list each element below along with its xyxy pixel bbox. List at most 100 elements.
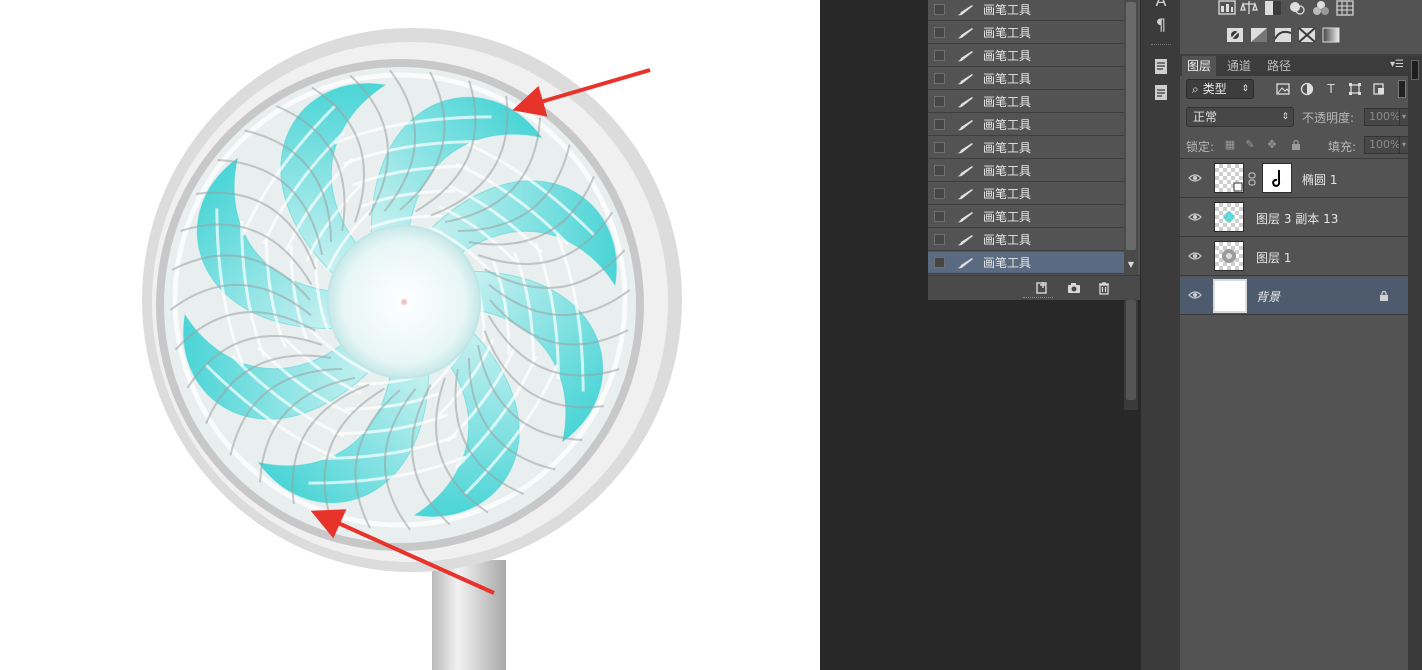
lock-all-icon[interactable] [1290, 139, 1302, 151]
history-state-item[interactable]: 画笔工具 [928, 114, 1124, 136]
history-state-label: 画笔工具 [983, 72, 1032, 86]
filter-toggle-switch[interactable] [1398, 80, 1406, 98]
history-source-checkbox[interactable] [934, 234, 945, 245]
brush-tool-icon [957, 73, 973, 84]
threshold-icon[interactable] [1274, 27, 1292, 43]
history-source-checkbox[interactable] [934, 188, 945, 199]
dock-scrollbar[interactable] [1124, 300, 1138, 410]
filter-shape-icon[interactable] [1348, 82, 1362, 96]
lock-image-pixels-icon[interactable]: ✎ [1244, 139, 1256, 151]
layer-row-layer1[interactable]: 图层 1 [1180, 238, 1408, 276]
layers-scroll-thumb[interactable] [1411, 60, 1419, 80]
layer-thumbnail[interactable] [1213, 279, 1247, 313]
brightness-icon[interactable] [1288, 0, 1306, 16]
layer-row-ellipse[interactable]: 椭圆 1 [1180, 160, 1408, 198]
lock-transparent-pixels-icon[interactable]: ▦ [1224, 139, 1236, 151]
layer-thumbnail[interactable] [1214, 163, 1244, 193]
visibility-eye-icon[interactable] [1188, 289, 1202, 301]
curves-icon[interactable] [1264, 0, 1282, 16]
history-state-item[interactable]: 画笔工具 [928, 0, 1124, 21]
filter-pixel-icon[interactable] [1276, 82, 1290, 96]
layer-row-background[interactable]: 背景 [1180, 277, 1408, 315]
layer-filter-row: ⌕ 类型 ⇕ T [1180, 76, 1408, 102]
layer-thumbnail[interactable] [1214, 241, 1244, 271]
history-state-label: 画笔工具 [983, 233, 1032, 247]
lock-position-icon[interactable]: ✥ [1266, 139, 1278, 151]
selective-color-icon[interactable] [1298, 27, 1316, 43]
history-state-item[interactable]: 画笔工具 [928, 183, 1124, 205]
history-source-checkbox[interactable] [934, 165, 945, 176]
history-scroll-thumb[interactable] [1126, 2, 1136, 250]
paragraph-icon[interactable]: ¶ [1151, 16, 1171, 34]
filter-type-icon[interactable]: T [1324, 82, 1338, 96]
history-state-label: 画笔工具 [983, 210, 1032, 224]
lock-fill-row: 锁定: ▦ ✎ ✥ 填充: 100% ▾ [1180, 132, 1409, 159]
lock-label: 锁定: [1186, 140, 1215, 154]
channel-mixer-icon[interactable] [1336, 0, 1354, 16]
layers-tab-bar: 图层 通道 路径 ▾☰ [1180, 56, 1408, 76]
layer-name[interactable]: 图层 3 副本 13 [1256, 210, 1338, 227]
panel-menu-icon[interactable]: ▾☰ [1390, 59, 1404, 70]
trash-icon[interactable] [1096, 280, 1112, 296]
history-state-item[interactable]: 画笔工具 [928, 137, 1124, 159]
visibility-eye-icon[interactable] [1188, 250, 1202, 262]
mask-link-icon[interactable] [1248, 172, 1256, 186]
history-source-checkbox[interactable] [934, 119, 945, 130]
balance-icon[interactable] [1240, 0, 1258, 16]
invert-icon[interactable] [1226, 27, 1244, 43]
history-state-item[interactable]: 画笔工具 [928, 252, 1124, 274]
layer-row-layer3-copy13[interactable]: 图层 3 副本 13 [1180, 199, 1408, 237]
history-source-checkbox[interactable] [934, 50, 945, 61]
visibility-eye-icon[interactable] [1188, 211, 1202, 223]
blend-mode-select[interactable]: 正常 ⇕ [1186, 107, 1294, 127]
scroll-down-arrow-icon[interactable]: ▼ [1124, 258, 1138, 272]
color-balance-icon[interactable] [1312, 0, 1330, 16]
history-state-item[interactable]: 画笔工具 [928, 68, 1124, 90]
layers-scrollbar[interactable] [1408, 56, 1422, 670]
history-source-checkbox[interactable] [934, 73, 945, 84]
history-source-checkbox[interactable] [934, 4, 945, 15]
history-scrollbar[interactable]: ▼ [1124, 0, 1138, 275]
history-source-checkbox[interactable] [934, 142, 945, 153]
history-state-label: 画笔工具 [983, 256, 1032, 270]
posterize-icon[interactable] [1250, 27, 1268, 43]
tab-paths[interactable]: 路径 [1262, 56, 1296, 76]
dock-scroll-thumb[interactable] [1126, 300, 1136, 400]
camera-snapshot-icon[interactable] [1066, 280, 1082, 296]
history-state-item[interactable]: 画笔工具 [928, 229, 1124, 251]
history-state-item[interactable]: 画笔工具 [928, 45, 1124, 67]
history-source-checkbox[interactable] [934, 211, 945, 222]
layer-name[interactable]: 图层 1 [1256, 249, 1291, 266]
fill-field[interactable]: 100% [1364, 136, 1400, 154]
notes-panel-icon[interactable] [1151, 58, 1171, 76]
history-state-item[interactable]: 画笔工具 [928, 91, 1124, 113]
history-source-checkbox[interactable] [934, 257, 945, 268]
filter-smart-object-icon[interactable] [1372, 82, 1386, 96]
panel-resize-grip[interactable] [1023, 297, 1053, 300]
search-icon: ⌕ [1192, 82, 1199, 96]
history-state-item[interactable]: 画笔工具 [928, 206, 1124, 228]
history-source-checkbox[interactable] [934, 96, 945, 107]
new-document-from-state-icon[interactable] [1034, 280, 1050, 296]
layer-name[interactable]: 椭圆 1 [1302, 171, 1337, 188]
document-canvas[interactable] [0, 0, 820, 670]
layer-filter-select[interactable]: ⌕ 类型 ⇕ [1186, 79, 1254, 99]
updown-arrow-icon: ⇕ [1241, 84, 1249, 94]
history-state-item[interactable]: 画笔工具 [928, 22, 1124, 44]
history-source-checkbox[interactable] [934, 27, 945, 38]
gradient-map-icon[interactable] [1322, 27, 1340, 43]
history-state-label: 画笔工具 [983, 3, 1032, 17]
character-icon[interactable]: A [1151, 0, 1171, 10]
layer-thumbnail[interactable] [1214, 202, 1244, 232]
history-state-label: 画笔工具 [983, 141, 1032, 155]
layer-name[interactable]: 背景 [1256, 288, 1280, 305]
visibility-eye-icon[interactable] [1188, 172, 1202, 184]
layer-mask-thumbnail[interactable] [1262, 163, 1292, 193]
tab-channels[interactable]: 通道 [1222, 56, 1256, 76]
properties-panel-icon[interactable] [1151, 84, 1171, 102]
opacity-field[interactable]: 100% [1364, 108, 1400, 126]
levels-icon[interactable] [1218, 0, 1236, 16]
filter-adjustment-icon[interactable] [1300, 82, 1314, 96]
history-state-item[interactable]: 画笔工具 [928, 160, 1124, 182]
tab-layers[interactable]: 图层 [1182, 56, 1217, 76]
